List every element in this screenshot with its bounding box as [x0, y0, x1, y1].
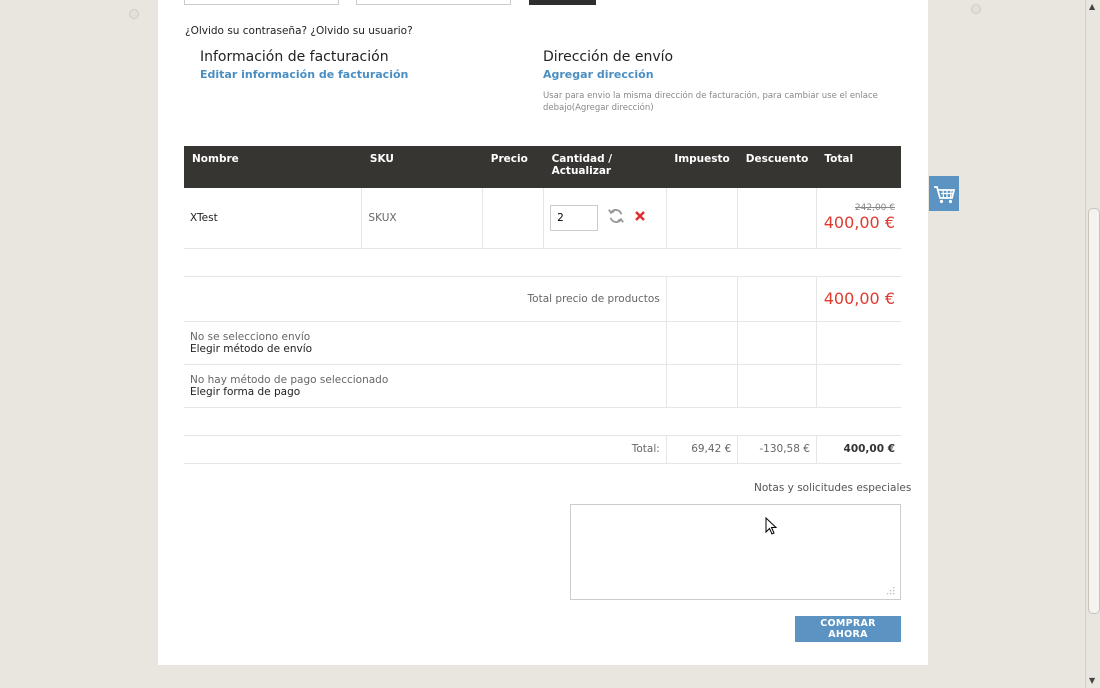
grand-total-row: Total: 69,42 € -130,58 € 400,00 € [184, 435, 901, 464]
products-total-value: 400,00 € [815, 276, 901, 322]
grand-total-value: 400,00 € [815, 435, 901, 464]
shipping-note: Usar para envio la misma dirección de fa… [543, 91, 878, 113]
resize-grip-icon[interactable] [886, 586, 895, 595]
login-button[interactable] [529, 0, 596, 5]
shipping-status: No se selecciono envío [190, 330, 311, 343]
shipping-method-row: No se selecciono envío Elegir método de … [184, 321, 901, 365]
add-address-link[interactable]: Agregar dirección [543, 68, 654, 81]
header-price: Precio [482, 146, 544, 188]
item-tax [665, 188, 738, 249]
header-quantity: Cantidad / Actualizar [543, 146, 667, 188]
header-name: Nombre [184, 146, 362, 188]
cart-header-row: Nombre SKU Precio Cantidad / Actualizar … [184, 146, 901, 188]
item-price [482, 188, 544, 249]
edit-billing-link[interactable]: Editar información de facturación [200, 68, 408, 81]
item-discount [737, 188, 817, 249]
refresh-icon[interactable] [607, 207, 625, 228]
item-sku: SKUX [361, 188, 483, 249]
remove-icon[interactable] [634, 211, 645, 224]
header-sku: SKU [361, 146, 483, 188]
checkout-page: ¿Olvido su contraseña? ¿Olvido su usuari… [158, 0, 928, 665]
buy-now-button[interactable]: COMPRAR AHORA [795, 616, 901, 642]
table-row: XTest SKUX 242,00 € 400,00 € [184, 188, 901, 249]
scroll-down-arrow-icon[interactable]: ▼ [1089, 676, 1095, 685]
header-total: Total [816, 146, 901, 188]
spacer-row [184, 248, 901, 277]
header-tax: Impuesto [666, 146, 738, 188]
username-input[interactable] [184, 0, 339, 5]
cart-table: Nombre SKU Precio Cantidad / Actualizar … [184, 146, 901, 464]
choose-shipping-link[interactable]: Elegir método de envío [190, 343, 312, 355]
spacer-row [184, 407, 901, 436]
password-input[interactable] [356, 0, 511, 5]
payment-status: No hay método de pago seleccionado [190, 373, 389, 386]
shipping-title: Dirección de envío [543, 49, 674, 65]
choose-payment-link[interactable]: Elegir forma de pago [190, 386, 300, 398]
item-quantity-cell [543, 188, 667, 249]
background-decoration [971, 4, 981, 14]
notes-label: Notas y solicitudes especiales [754, 482, 912, 494]
billing-title: Información de facturación [200, 49, 389, 65]
grand-total-discount: -130,58 € [737, 435, 817, 464]
products-total-row: Total precio de productos 400,00 € [184, 276, 901, 322]
forgot-credentials-link[interactable]: ¿Olvido su contraseña? ¿Olvido su usuari… [185, 25, 413, 37]
floating-cart-button[interactable] [929, 176, 959, 211]
background-decoration [129, 9, 139, 19]
shopping-cart-icon [934, 186, 956, 204]
mouse-cursor-icon [765, 517, 777, 535]
grand-total-tax: 69,42 € [665, 435, 738, 464]
item-old-total: 242,00 € [854, 203, 895, 214]
scroll-up-arrow-icon[interactable]: ▲ [1089, 2, 1095, 11]
item-total-cell: 242,00 € 400,00 € [815, 188, 901, 249]
item-name: XTest [184, 188, 362, 249]
grand-total-label: Total: [184, 435, 667, 464]
notes-textarea[interactable] [570, 504, 901, 600]
quantity-input[interactable] [550, 204, 599, 231]
products-total-label: Total precio de productos [184, 276, 667, 322]
item-total: 400,00 € [823, 213, 895, 233]
header-discount: Descuento [737, 146, 817, 188]
payment-method-row: No hay método de pago seleccionado Elegi… [184, 364, 901, 408]
scrollbar[interactable]: ▲ ▼ [1085, 0, 1100, 688]
scrollbar-thumb[interactable] [1088, 208, 1100, 614]
